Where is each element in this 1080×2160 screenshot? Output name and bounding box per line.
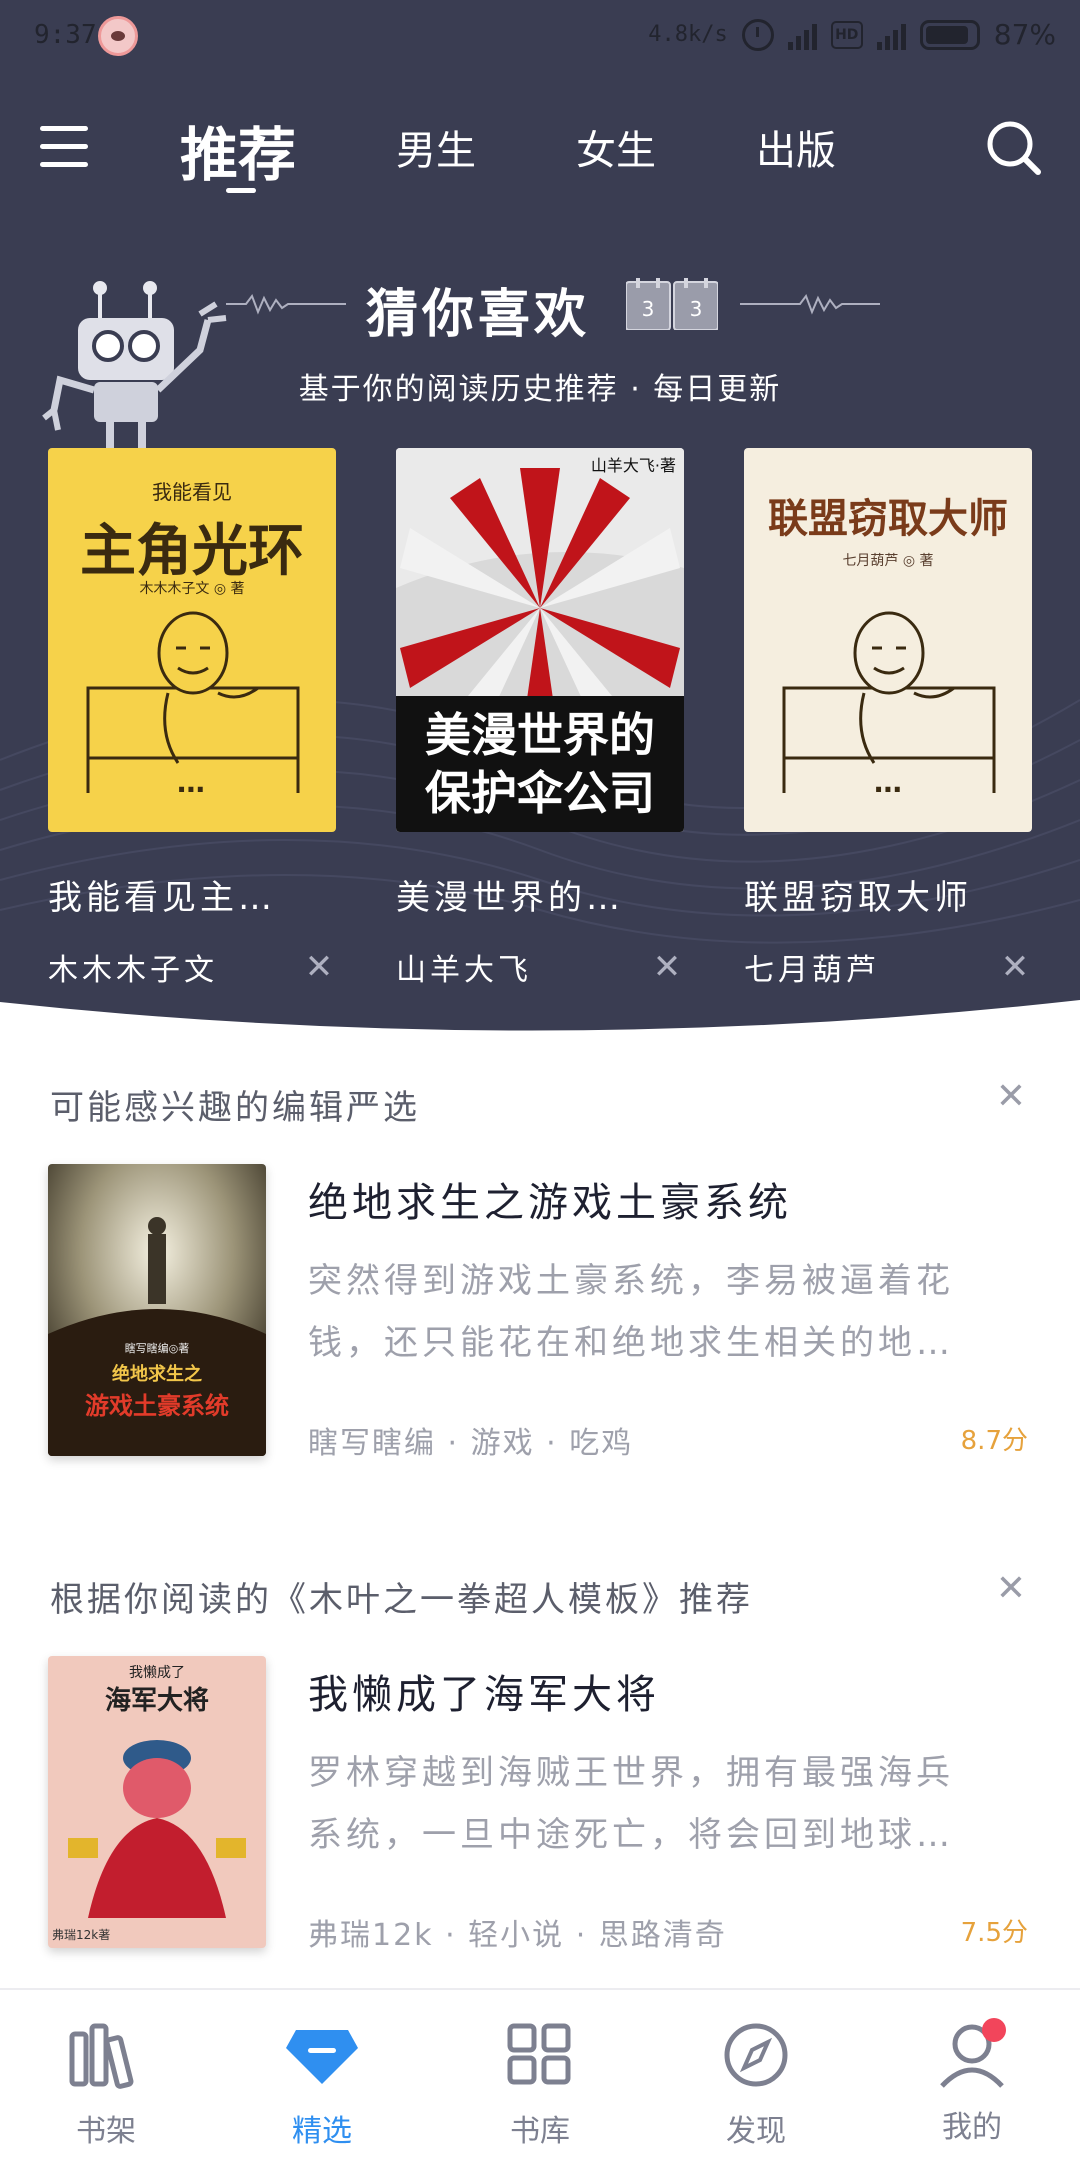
battery-percent: 87%	[993, 18, 1056, 51]
nav-label: 发现	[726, 2114, 786, 2149]
section-heading: 根据你阅读的《木叶之一拳超人模板》推荐	[50, 1580, 753, 1620]
nav-discover[interactable]: 发现	[686, 2020, 826, 2150]
cover-author-text: 木木木子文 ◎ 著	[139, 581, 245, 597]
book-cover[interactable]: 我懒成了 海军大将 弗瑞12k著	[48, 1656, 266, 1948]
section-heading: 可能感兴趣的编辑严选	[50, 1088, 420, 1128]
book-cover[interactable]: 我能看见 主角光环 木木木子文 ◎ 著 ⋯	[48, 448, 336, 832]
book-title[interactable]: 我能看见主…	[48, 870, 336, 919]
close-icon[interactable]: ✕	[996, 1568, 1026, 1609]
calendar-date-icon: 3 3	[626, 278, 718, 330]
top-nav: 推荐 男生 女生 出版	[0, 100, 1080, 210]
nav-profile[interactable]: 我的	[902, 2018, 1042, 2146]
cover-main-text: 美漫世界的保护伞公司	[425, 708, 655, 820]
guess-title: 猜你喜欢	[366, 285, 591, 345]
because-you-read-section: 根据你阅读的《木叶之一拳超人模板》推荐 ✕ 我懒成了 海军大将 弗瑞12k著 我…	[0, 1562, 1080, 1982]
bookshelf-icon	[69, 2023, 134, 2089]
signal-icon	[787, 20, 817, 50]
cover-top-text: 瞎写瞎编◎著	[124, 1342, 190, 1355]
desc-line: 钱，还只能花在和绝地求生相关的地…	[308, 1323, 954, 1363]
menu-icon[interactable]	[40, 122, 92, 170]
compass-icon	[724, 2023, 788, 2087]
book-cover[interactable]: 瞎写瞎编◎著 绝地求生之 游戏土豪系统	[48, 1164, 266, 1456]
nav-library[interactable]: 书库	[470, 2020, 610, 2150]
bottom-nav: 书架 精选 书库 发现 我的	[0, 1988, 1080, 2160]
book-title[interactable]: 联盟窃取大师	[744, 870, 1032, 919]
desc-line: 系统，一旦中途死亡，将会回到地球…	[308, 1815, 954, 1855]
book-score: 7.5分	[960, 1918, 1028, 1948]
book-meta: 瞎写瞎编 · 游戏 · 吃鸡	[308, 1426, 634, 1461]
cover-author-text: 七月葫芦 ◎ 著	[842, 553, 934, 569]
desc-line: 罗林穿越到海贼王世界，拥有最强海兵	[308, 1753, 954, 1793]
guess-subtitle: 基于你的阅读历史推荐 · 每日更新	[298, 372, 782, 407]
book-author: 七月葫芦	[744, 953, 880, 988]
status-bar: 9:37 4.8k/s HD 87%	[0, 0, 1080, 76]
close-icon[interactable]: ✕	[302, 947, 336, 987]
cover-illustration	[68, 1740, 246, 1918]
tab-male[interactable]: 男生	[396, 118, 476, 176]
cover-main-text: 海军大将	[104, 1686, 209, 1716]
status-net-speed: 4.8k/s	[648, 22, 728, 47]
book-meta: 弗瑞12k · 轻小说 · 思路清奇	[308, 1918, 727, 1953]
book-title[interactable]: 绝地求生之游戏土豪系统	[308, 1170, 792, 1228]
cover-top-text: 我能看见	[152, 480, 232, 504]
notification-avatar-icon	[98, 16, 138, 56]
cover-mid-text: 绝地求生之	[112, 1364, 202, 1385]
grid-icon	[507, 2023, 571, 2085]
guess-book-card[interactable]: 我能看见 主角光环 木木木子文 ◎ 著 ⋯ 我能看见主… 木木木子文 ✕	[48, 448, 336, 989]
cover-main-text: 主角光环	[80, 519, 304, 584]
cover-top-text: 山羊大飞·著	[590, 456, 676, 475]
book-author: 木木木子文	[48, 953, 218, 988]
close-icon[interactable]: ✕	[996, 1076, 1026, 1117]
wave-right-icon	[740, 293, 880, 315]
nav-label: 我的	[942, 2110, 1002, 2145]
calendar-digit-1: 3	[642, 297, 655, 321]
book-description: 突然得到游戏土豪系统，李易被逼着花 钱，还只能花在和绝地求生相关的地…	[308, 1250, 1028, 1374]
book-description: 罗林穿越到海贼王世界，拥有最强海兵 系统，一旦中途死亡，将会回到地球…	[308, 1742, 1028, 1866]
close-icon[interactable]: ✕	[650, 947, 684, 987]
hd-icon: HD	[830, 20, 863, 49]
book-score: 8.7分	[960, 1426, 1028, 1456]
cover-series-logo: ⋯	[177, 773, 207, 806]
guess-book-card[interactable]: 山羊大飞·著 美漫世界的保护伞公司 美漫世界的… 山羊大飞 ✕	[396, 448, 684, 989]
nav-label: 书架	[76, 2114, 136, 2149]
cover-main-text: 联盟窃取大师	[768, 496, 1008, 542]
editor-picks-section: 可能感兴趣的编辑严选 ✕ 瞎写瞎编◎著 绝地求生之 游戏土豪系统 绝地求生之游戏…	[0, 1070, 1080, 1490]
status-time: 9:37	[34, 20, 97, 50]
cover-main-text: 游戏土豪系统	[85, 1392, 229, 1420]
book-author: 山羊大飞	[396, 953, 532, 988]
alarm-icon	[741, 18, 774, 51]
tab-female[interactable]: 女生	[576, 118, 656, 176]
calendar-digit-2: 3	[690, 297, 703, 321]
search-icon[interactable]	[984, 118, 1044, 178]
book-cover[interactable]: 联盟窃取大师 七月葫芦 ◎ 著 ⋯	[744, 448, 1032, 832]
nav-bookshelf[interactable]: 书架	[36, 2020, 176, 2150]
cover-top-text: 我懒成了	[129, 1665, 185, 1681]
book-title[interactable]: 我懒成了海军大将	[308, 1662, 660, 1720]
diamond-icon	[286, 2030, 358, 2084]
close-icon[interactable]: ✕	[998, 947, 1032, 987]
nav-featured[interactable]: 精选	[252, 2020, 392, 2150]
cover-author-text: 弗瑞12k著	[52, 1928, 111, 1942]
cover-series-logo: ⋯	[874, 773, 902, 806]
book-cover[interactable]: 山羊大飞·著 美漫世界的保护伞公司	[396, 448, 684, 832]
tab-recommend[interactable]: 推荐	[180, 108, 296, 192]
wave-left-icon	[226, 293, 346, 315]
signal-4g-icon	[876, 20, 906, 50]
active-tab-indicator	[226, 188, 256, 193]
nav-label: 精选	[292, 2114, 352, 2149]
battery-icon	[919, 19, 980, 50]
desc-line: 突然得到游戏土豪系统，李易被逼着花	[308, 1261, 954, 1301]
guess-book-card[interactable]: 联盟窃取大师 七月葫芦 ◎ 著 ⋯ 联盟窃取大师 七月葫芦 ✕	[744, 448, 1032, 989]
book-title[interactable]: 美漫世界的…	[396, 870, 684, 919]
nav-label: 书库	[510, 2114, 570, 2149]
tab-publish[interactable]: 出版	[756, 118, 836, 176]
notification-badge	[982, 2018, 1006, 2042]
